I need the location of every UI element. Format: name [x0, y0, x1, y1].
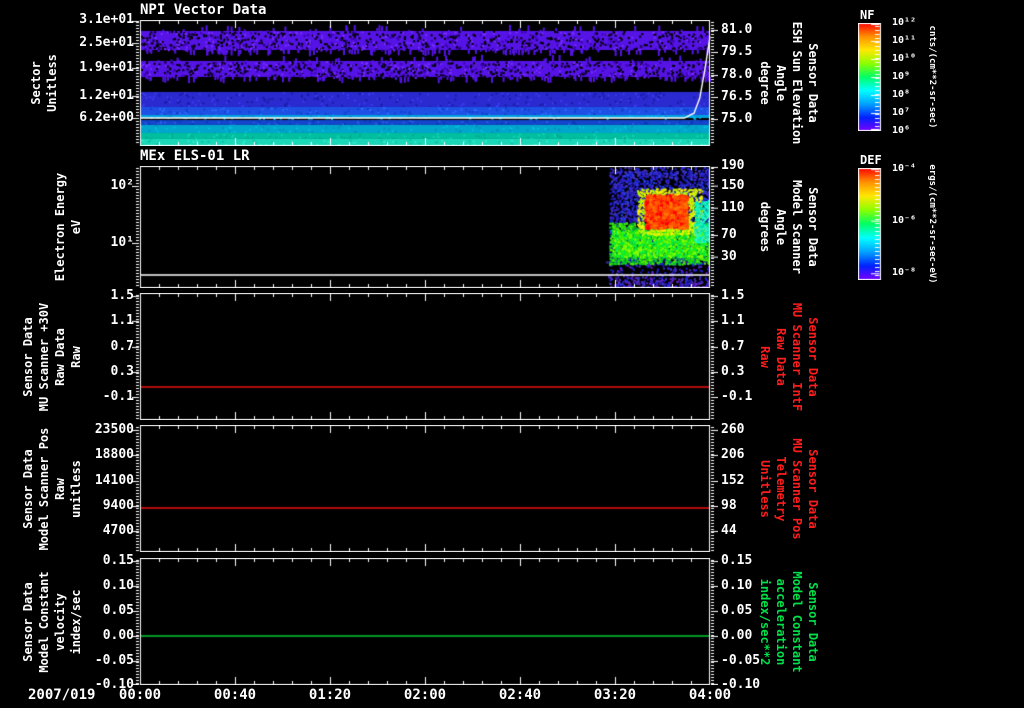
y-tick-label: 150	[721, 177, 745, 193]
panel-mu-scanner-30v: Sensor Data MU Scanner +30V Raw Data Raw…	[0, 288, 1024, 420]
colorbar-def-units: ergs/(cm**2-sr-sec-eV)	[927, 164, 937, 284]
y-tick-label: 81.0	[721, 21, 753, 37]
model-constant-line-canvas	[132, 558, 718, 685]
y-tick-label: 0.3	[721, 363, 745, 379]
y-tick-label: 3.1e+01	[79, 12, 134, 27]
y-axis-left-ticks: 23500 18800 14100 9400 4700	[56, 421, 134, 552]
y-tick-label: 152	[721, 473, 745, 488]
colorbar-tick-label: 10⁻⁸	[892, 267, 917, 279]
colorbar-tick-label: 10¹²	[892, 17, 917, 28]
y-tick-label: -0.05	[721, 652, 761, 668]
y-axis-right-label: Sensor Data Model Constant acceleration …	[758, 570, 820, 673]
y-tick-label: 0.7	[721, 338, 745, 354]
y-tick-label: 1.1	[721, 312, 745, 328]
y-tick-label: 206	[721, 446, 745, 462]
y-tick-label: 79.5	[721, 44, 753, 59]
y-tick-label: 10¹	[110, 234, 134, 250]
colorbar-tick-label: 10⁶	[892, 125, 911, 136]
y-axis-right-label: Sensor Data MU Scanner IntF Raw Data Raw	[758, 302, 820, 411]
scanner-pos-line-canvas	[132, 425, 718, 552]
y-tick-label: 2.5e+01	[79, 35, 134, 51]
y-axis-left-ticks: 10² 10¹	[56, 166, 134, 288]
y-tick-label: 110	[721, 199, 745, 215]
y-tick-label: -0.05	[94, 652, 134, 668]
panel-model-constant: Sensor Data Model Constant velocity inde…	[0, 553, 1024, 692]
y-tick-label: 18800	[94, 446, 134, 462]
colorbar-tick-label: 10¹⁰	[892, 52, 917, 64]
colorbar-tick-label: 10⁹	[892, 71, 911, 82]
panel-title-npi: NPI Vector Data	[140, 2, 267, 18]
y-tick-label: 6.2e+00	[79, 110, 134, 126]
y-tick-label: 4700	[102, 523, 134, 539]
y-tick-label: 23500	[94, 421, 134, 437]
colorbar-nf-units: cnts/(cm**2-sr-sec)	[927, 25, 937, 129]
els-spectrogram-canvas	[132, 166, 718, 288]
colorbar-nf: NF 10¹² 10¹¹ 10¹⁰ 10⁹ 10⁸ 10⁷ 10⁶ cnts/(cm**2-…	[858, 8, 1018, 138]
y-tick-label: 75.0	[721, 111, 753, 127]
colorbar-nf-title: NF	[860, 8, 875, 22]
plot-window: NPI Vector Data Sector Unitless 3.1e+01 2…	[0, 0, 1024, 708]
y-tick-label: 10²	[110, 178, 134, 193]
mu-scanner-line-canvas	[132, 293, 718, 420]
time-tick-label: 02:40	[498, 687, 542, 703]
y-tick-label: 1.9e+01	[79, 60, 134, 75]
panel-title-els: MEx ELS-01 LR	[140, 148, 250, 164]
y-tick-label: 0.05	[721, 602, 753, 618]
time-tick-label: 00:40	[213, 687, 257, 703]
y-axis-left-ticks: 0.15 0.10 0.05 0.00 -0.05 -0.10	[56, 553, 134, 692]
y-axis-left-ticks: 1.5 1.1 0.7 0.3 -0.1	[56, 288, 134, 420]
y-tick-label: 30	[721, 248, 737, 264]
time-tick-label: 04:00	[688, 687, 732, 703]
colorbar-def: DEF 10⁻⁴ 10⁻⁶ 10⁻⁸ ergs/(cm**2-sr-sec-eV)	[858, 153, 1018, 288]
y-tick-label: 1.2e+01	[79, 87, 134, 103]
time-tick-label: 03:20	[593, 687, 637, 703]
time-tick-label: 01:20	[308, 687, 352, 703]
y-tick-label: 0.05	[102, 602, 134, 618]
colorbar-tick-label: 10¹¹	[892, 35, 917, 47]
y-tick-label: 0.00	[721, 627, 753, 643]
time-tick-label: 00:00	[118, 687, 162, 703]
y-tick-label: 0.7	[110, 338, 134, 354]
y-tick-label: 14100	[94, 473, 134, 488]
y-tick-label: 70	[721, 227, 737, 243]
y-axis-right-label: Sensor Data Model Scanner Angle degrees	[758, 180, 820, 274]
colorbar-tick-label: 10⁸	[892, 89, 911, 101]
y-tick-label: 0.10	[721, 577, 753, 593]
y-tick-label: 0.15	[721, 553, 753, 569]
y-tick-label: 44	[721, 523, 737, 539]
y-tick-label: 98	[721, 498, 737, 514]
colorbar-nf-gradient	[858, 23, 888, 131]
y-tick-label: 1.1	[110, 312, 134, 328]
y-tick-label: 1.5	[721, 288, 745, 304]
y-tick-label: 78.0	[721, 67, 753, 83]
y-tick-label: -0.1	[102, 389, 134, 404]
y-axis-right-label: Sensor Data MU Scanner Pos Telemetry Uni…	[758, 437, 820, 540]
y-tick-label: -0.1	[721, 389, 753, 404]
y-tick-label: 1.5	[110, 288, 134, 304]
npi-spectrogram-canvas	[132, 20, 718, 146]
panel-scanner-pos: Sensor Data Model Scanner Pos Raw unitle…	[0, 421, 1024, 552]
y-tick-label: 0.00	[102, 627, 134, 643]
colorbar-def-title: DEF	[860, 153, 882, 167]
y-axis-right-label: Sensor Data ESH Sun Elevation Angle degr…	[758, 21, 820, 145]
colorbar-tick-label: 10⁻⁶	[892, 214, 917, 226]
y-tick-label: 9400	[102, 498, 134, 514]
y-tick-label: 0.15	[102, 553, 134, 569]
colorbar-def-gradient	[858, 168, 888, 280]
date-label: 2007/019	[28, 687, 96, 703]
colorbar-tick-label: 10⁷	[892, 106, 911, 118]
y-axis-left-ticks: 3.1e+01 2.5e+01 1.9e+01 1.2e+01 6.2e+00	[56, 12, 134, 146]
time-tick-label: 02:00	[403, 687, 447, 703]
y-tick-label: 76.5	[721, 88, 753, 104]
colorbar-tick-label: 10⁻⁴	[892, 163, 917, 175]
y-tick-label: 190	[721, 158, 745, 173]
time-axis: 2007/019 00:00 00:40 01:20 02:00 02:40 03:20 0…	[0, 686, 1024, 706]
y-tick-label: 260	[721, 421, 745, 437]
y-tick-label: 0.3	[110, 363, 134, 379]
y-tick-label: 0.10	[102, 577, 134, 593]
